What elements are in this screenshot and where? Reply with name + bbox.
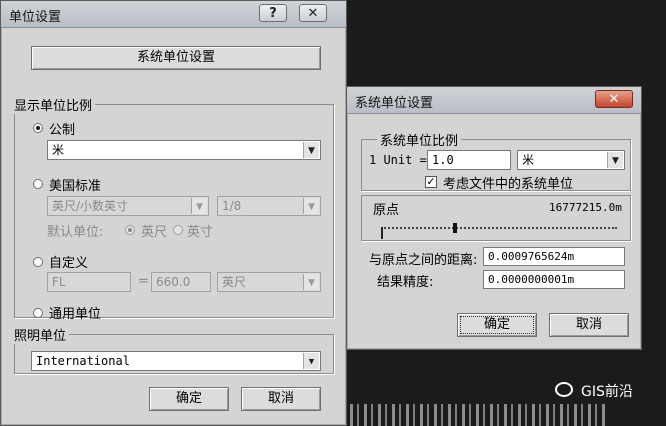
origin-slider[interactable] xyxy=(381,223,617,233)
precision-field: 0.0000000001m xyxy=(483,270,625,289)
custom-unit-value: 英尺 xyxy=(222,275,247,289)
precision-label: 结果精度: xyxy=(377,275,434,290)
us-standard-label[interactable]: 美国标准 xyxy=(49,175,101,194)
system-unit-setup-dialog: 系统单位设置 ✕ 系统单位比例 1 Unit = 1.0 米 ▼ ✓ 考虑文件中… xyxy=(346,86,642,350)
generic-units-label[interactable]: 通用单位 xyxy=(49,303,101,322)
chevron-down-icon: ▼ xyxy=(191,198,207,214)
origin-slider-tick xyxy=(381,227,383,239)
distance-label: 与原点之间的距离: xyxy=(369,253,478,268)
unit-setup-titlebar[interactable]: 单位设置 ? ✕ xyxy=(1,1,346,28)
system-unit-scale-label: 系统单位比例 xyxy=(377,130,462,149)
display-unit-scale-label: 显示单位比例 xyxy=(11,95,96,114)
wechat-icon xyxy=(555,382,573,397)
custom-equals: = xyxy=(138,274,149,289)
metric-radio[interactable] xyxy=(33,123,43,133)
default-feet-radio[interactable] xyxy=(125,225,135,235)
us-unit-value: 英尺/小数英寸 xyxy=(52,199,129,213)
metric-unit-select[interactable]: 米 ▼ xyxy=(47,140,321,160)
close-button[interactable]: ✕ xyxy=(299,4,327,22)
chevron-down-icon: ▼ xyxy=(303,142,319,158)
system-cancel-button[interactable]: 取消 xyxy=(549,313,629,337)
unit-amount-field[interactable]: 1.0 xyxy=(427,150,511,170)
system-ok-button[interactable]: 确定 xyxy=(457,313,537,337)
chevron-down-icon: ▼ xyxy=(303,353,319,369)
custom-amount-value: 660.0 xyxy=(156,275,191,289)
default-unit-label: 默认单位: xyxy=(47,225,104,240)
unit-amount-value: 1.0 xyxy=(432,153,454,167)
custom-name-field[interactable]: FL xyxy=(47,272,131,292)
system-unit-setup-title: 系统单位设置 xyxy=(355,96,434,111)
unit-type-value: 米 xyxy=(522,153,535,167)
ok-button[interactable]: 确定 xyxy=(149,387,229,411)
lighting-units-select[interactable]: International ▼ xyxy=(31,351,321,371)
system-unit-setup-button[interactable]: 系统单位设置 xyxy=(31,46,321,70)
origin-value: 16777215.0m xyxy=(549,201,622,214)
system-close-button[interactable]: ✕ xyxy=(595,90,633,108)
origin-slider-thumb[interactable] xyxy=(453,223,457,233)
unit-setup-title: 单位设置 xyxy=(9,10,62,25)
precision-value: 0.0000000001m xyxy=(488,273,575,286)
custom-amount-field[interactable]: 660.0 xyxy=(151,272,211,292)
lighting-units-value: International xyxy=(36,354,130,368)
background-noise xyxy=(350,404,606,426)
us-fraction-select[interactable]: 1/8 ▼ xyxy=(217,196,321,216)
unit-type-select[interactable]: 米 ▼ xyxy=(517,150,625,170)
metric-unit-value: 米 xyxy=(52,143,65,157)
watermark-text: GIS前沿 xyxy=(581,384,633,400)
custom-name-value: FL xyxy=(52,275,66,289)
origin-slider-track xyxy=(381,227,617,229)
metric-label[interactable]: 公制 xyxy=(49,119,75,138)
custom-unit-select[interactable]: 英尺 ▼ xyxy=(217,272,321,292)
lighting-units-label: 照明单位 xyxy=(11,325,70,344)
custom-radio[interactable] xyxy=(33,257,43,267)
respect-units-checkbox[interactable]: ✓ xyxy=(425,176,437,188)
chevron-down-icon: ▼ xyxy=(303,274,319,290)
distance-value: 0.0009765624m xyxy=(488,250,575,263)
unit-setup-dialog: 单位设置 ? ✕ 系统单位设置 显示单位比例 公制 米 ▼ 美国标准 英尺/小数… xyxy=(0,0,347,426)
default-inches-radio[interactable] xyxy=(173,225,183,235)
origin-label: 原点 xyxy=(373,203,400,218)
default-inches-label[interactable]: 英寸 xyxy=(187,221,213,240)
system-unit-setup-titlebar[interactable]: 系统单位设置 ✕ xyxy=(347,87,641,114)
unit-prefix-label: 1 Unit = xyxy=(369,153,427,167)
default-feet-label[interactable]: 英尺 xyxy=(141,221,167,240)
help-button[interactable]: ? xyxy=(259,4,287,22)
us-standard-radio[interactable] xyxy=(33,179,43,189)
custom-label[interactable]: 自定义 xyxy=(49,252,88,271)
respect-units-label[interactable]: 考虑文件中的系统单位 xyxy=(443,173,573,192)
chevron-down-icon: ▼ xyxy=(607,152,623,168)
distance-field: 0.0009765624m xyxy=(483,247,625,266)
us-fraction-value: 1/8 xyxy=(222,199,242,213)
us-unit-select[interactable]: 英尺/小数英寸 ▼ xyxy=(47,196,209,216)
cancel-button[interactable]: 取消 xyxy=(241,387,321,411)
generic-units-radio[interactable] xyxy=(33,308,43,318)
chevron-down-icon: ▼ xyxy=(303,198,319,214)
